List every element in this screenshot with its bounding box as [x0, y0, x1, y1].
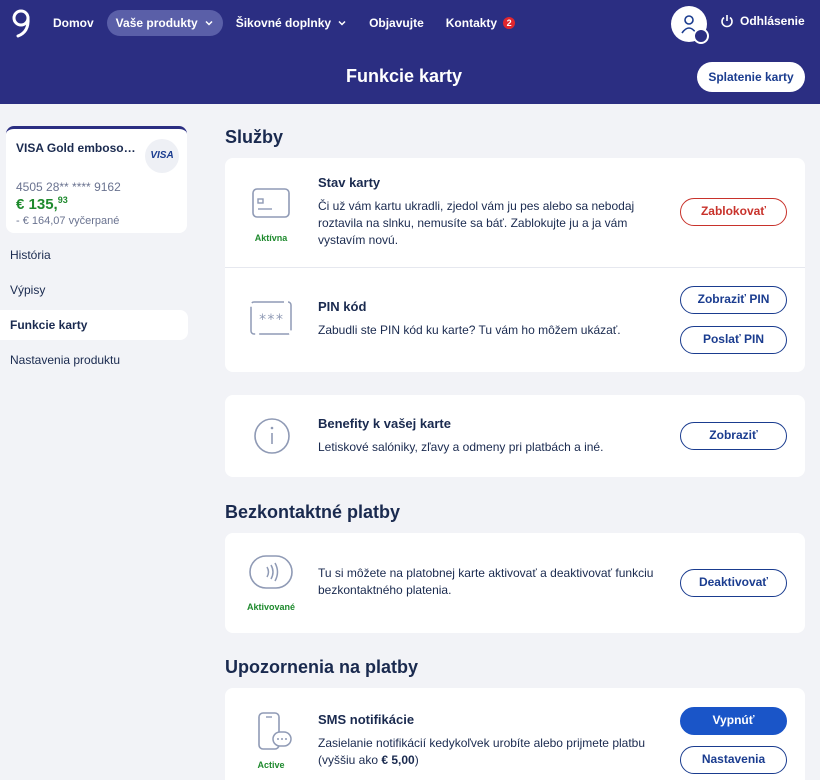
page-header: Funkcie karty Splatenie karty — [0, 48, 820, 104]
benefits-panel: Benefity k vašej karte Letiskové salónik… — [225, 395, 805, 477]
nav-item-contacts[interactable]: Kontakty 2 — [437, 10, 524, 36]
card-used-amount: - € 164,07 vyčerpané — [16, 215, 120, 227]
nav-label: Vaše produkty — [115, 16, 198, 30]
nav-label: Šikovné doplnky — [235, 16, 332, 30]
brand-logo-icon[interactable] — [10, 8, 34, 40]
nav-item-addons[interactable]: Šikovné doplnky — [227, 10, 356, 36]
logout-label: Odhlásenie — [740, 14, 805, 28]
turn-off-sms-button[interactable]: Vypnúť — [680, 707, 787, 735]
block-card-button[interactable]: Zablokovať — [680, 198, 787, 226]
show-benefits-button[interactable]: Zobraziť — [680, 422, 787, 450]
sms-desc-suffix: ) — [414, 753, 419, 767]
services-panel: Aktívna Stav karty Či už vám kartu ukrad… — [225, 158, 805, 372]
card-repayment-button[interactable]: Splatenie karty — [697, 62, 805, 92]
card-status-description: Či už vám kartu ukradli, zjedol vám ju p… — [318, 199, 635, 247]
deactivate-contactless-button[interactable]: Deaktivovať — [680, 569, 787, 597]
divider — [225, 267, 805, 268]
pin-code-icon: *** — [250, 301, 292, 335]
chevron-down-icon — [205, 20, 213, 26]
sms-phone-icon — [258, 712, 292, 750]
show-pin-button[interactable]: Zobraziť PIN — [680, 286, 787, 314]
card-status-title: Stav karty — [318, 175, 381, 190]
benefits-title: Benefity k vašej karte — [318, 416, 451, 431]
nav-item-products[interactable]: Vaše produkty — [106, 10, 223, 36]
main-nav: Domov Vaše produkty Šikovné doplnky Obja… — [44, 10, 524, 36]
sms-description: Zasielanie notifikácií kedykoľvek urobít… — [318, 735, 658, 769]
contactless-status-badge: Aktivované — [246, 602, 296, 612]
benefits-description: Letiskové salóniky, zľavy a odmeny pri p… — [318, 440, 604, 454]
nav-label: Kontakty — [445, 16, 498, 30]
pin-description: Zabudli ste PIN kód ku karte? Tu vám ho … — [318, 323, 621, 337]
card-icon — [252, 188, 290, 218]
sms-threshold-amount: € 5,00 — [381, 753, 415, 767]
send-pin-button[interactable]: Poslať PIN — [680, 326, 787, 354]
contactless-icon — [249, 555, 293, 589]
nav-item-discover[interactable]: Objavujte — [360, 10, 433, 36]
top-navigation: Domov Vaše produkty Šikovné doplnky Obja… — [0, 0, 820, 48]
sms-status-badge: Active — [257, 760, 285, 770]
visa-logo-icon: VISA — [145, 139, 179, 173]
card-number: 4505 28** **** 9162 — [16, 180, 121, 194]
sidebar-item-product-settings[interactable]: Nastavenia produktu — [0, 345, 188, 375]
svg-text:***: *** — [258, 312, 283, 328]
sidebar-item-statements[interactable]: Výpisy — [0, 275, 188, 305]
notifications-panel: Active SMS notifikácie Zasielanie notifi… — [225, 688, 805, 780]
contactless-description: Tu si môžete na platobnej karte aktivova… — [318, 566, 654, 597]
nav-label: Domov — [53, 16, 94, 30]
profile-avatar[interactable] — [671, 6, 709, 44]
contacts-badge: 2 — [503, 17, 516, 29]
sidebar-item-card-functions[interactable]: Funkcie karty — [0, 310, 188, 340]
balance-main: € 135, — [16, 196, 58, 213]
card-summary-tile[interactable]: VISA Gold embosovaná VISA 4505 28** ****… — [6, 126, 187, 233]
settings-badge-icon — [693, 28, 709, 44]
power-icon — [721, 15, 733, 28]
sms-settings-button[interactable]: Nastavenia — [680, 746, 787, 774]
card-status-badge: Aktívna — [254, 233, 288, 243]
sidebar-item-history[interactable]: História — [0, 240, 188, 270]
contactless-panel: Aktivované Tu si môžete na platobnej kar… — [225, 533, 805, 633]
logout-button[interactable]: Odhlásenie — [720, 14, 805, 28]
pin-title: PIN kód — [318, 299, 367, 314]
sms-title: SMS notifikácie — [318, 712, 415, 727]
services-section-title: Služby — [225, 127, 284, 147]
chevron-down-icon — [338, 20, 346, 26]
contactless-section-title: Bezkontaktné platby — [225, 502, 401, 522]
card-balance: € 135,93 — [16, 195, 68, 213]
sms-desc-text: Zasielanie notifikácií kedykoľvek urobít… — [318, 736, 646, 767]
nav-label: Objavujte — [369, 16, 424, 30]
info-icon — [254, 418, 290, 454]
balance-cents: 93 — [57, 195, 68, 205]
card-name: VISA Gold embosovaná — [16, 141, 141, 155]
nav-item-home[interactable]: Domov — [44, 10, 103, 36]
sidebar-menu: História Výpisy Funkcie karty Nastavenia… — [0, 240, 190, 380]
notifications-section-title: Upozornenia na platby — [225, 657, 419, 677]
page-title: Funkcie karty — [345, 66, 463, 86]
